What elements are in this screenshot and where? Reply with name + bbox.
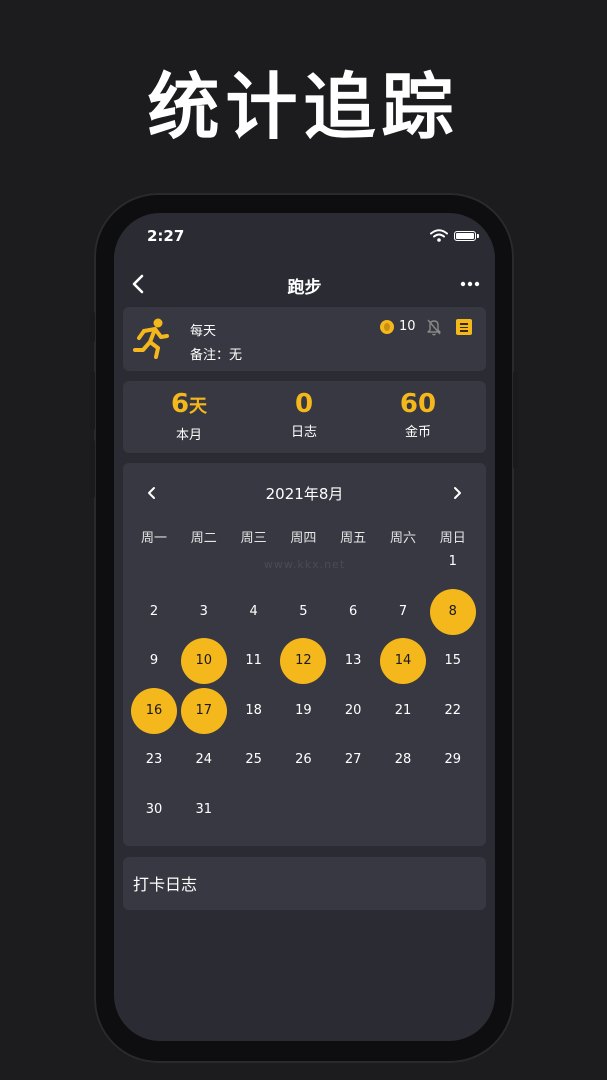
calendar-day[interactable]: 15 [430,638,476,684]
coin-icon [380,320,394,334]
weekday-label: 周四 [290,531,317,546]
status-time: 2:27 [147,227,185,245]
weekday-label: 周一 [140,531,167,546]
stat-month-days: 6天 本月 [139,389,239,443]
calendar-day[interactable]: 24 [181,737,227,783]
calendar-day[interactable]: 4 [231,589,277,635]
page-title: 跑步 [287,278,322,298]
phone-screen: 2:27 跑步 每天 备注：无 10 6天 本月 0 日志 60 金币 2021… [114,213,495,1041]
promo-title: 统计追踪 [147,64,460,149]
calendar-day[interactable]: 30 [131,787,177,833]
checkin-log-section[interactable]: 打卡日志 [123,857,486,910]
weekday-label: 周六 [389,531,416,546]
weekday-label: 周三 [240,531,267,546]
stat-label: 日志 [290,425,317,440]
wifi-icon [430,229,448,242]
calendar-day[interactable]: 26 [280,737,326,783]
calendar-day[interactable]: 21 [380,688,426,734]
calendar-day[interactable]: 7 [380,589,426,635]
battery-icon [454,231,479,241]
calendar-day-checked[interactable]: 14 [380,638,426,685]
calendar-day[interactable]: 22 [430,688,476,734]
calendar-month-label: 2021年8月 [265,485,344,503]
stat-value: 0 [294,389,314,419]
stat-value: 6天 [170,389,208,419]
calendar-day[interactable]: 19 [280,688,326,734]
stat-logs: 0 日志 [254,389,354,440]
calendar-day[interactable]: 20 [330,688,376,734]
status-bar: 2:27 [114,213,495,257]
calendar-day[interactable]: 23 [131,737,177,783]
calendar-day[interactable]: 3 [181,589,227,635]
calendar-day[interactable]: 6 [330,589,376,635]
bell-off-icon[interactable] [426,318,442,336]
calendar-day[interactable]: 25 [231,737,277,783]
calendar-day[interactable]: 29 [430,737,476,783]
habit-frequency: 每天 [190,324,217,339]
weekday-label: 周五 [340,531,367,546]
calendar-day[interactable]: 9 [131,638,177,684]
calendar-day-checked[interactable]: 8 [429,588,476,635]
calendar-day[interactable]: 11 [231,638,277,684]
calendar-card: 2021年8月 周一 周二 周三 周四 周五 周六 周日 1 2 3 4 5 6 7 8 9 10 11 12 13… [123,463,486,846]
running-person-icon [133,318,169,359]
calendar-day[interactable]: 2 [131,589,177,635]
stats-card: 6天 本月 0 日志 60 金币 [123,381,486,453]
phone-volume-up-button [90,372,95,430]
calendar-day-checked[interactable]: 17 [180,687,227,734]
stat-coins: 60 金币 [368,389,468,440]
note-icon[interactable] [456,319,472,335]
calendar-day-checked[interactable]: 12 [280,638,327,685]
stat-label: 金币 [404,425,431,440]
calendar-day-checked[interactable]: 10 [180,638,227,685]
habit-info-card[interactable]: 每天 备注：无 10 [123,307,486,371]
more-options-icon[interactable] [457,273,483,295]
stat-unit: 天 [189,396,208,417]
stat-value: 60 [399,389,437,419]
calendar-day[interactable]: 28 [380,737,426,783]
phone-mute-switch [90,312,95,342]
coin-count: 10 [399,319,416,334]
phone-volume-down-button [90,440,95,498]
watermark: www.kkx.net [263,558,346,571]
nav-bar: 跑步 [114,265,495,305]
calendar-day-checked[interactable]: 16 [131,687,177,734]
habit-note: 备注：无 [190,348,243,363]
stat-label: 本月 [175,428,202,443]
checkin-log-title: 打卡日志 [133,875,198,894]
calendar-day[interactable]: 18 [231,688,277,734]
weekday-label: 周二 [190,531,217,546]
calendar-day[interactable]: 13 [330,638,376,684]
calendar-day[interactable]: 5 [280,589,326,635]
calendar-day[interactable]: 31 [181,787,227,833]
next-month-chevron-icon[interactable] [450,485,464,501]
phone-power-button [513,372,518,468]
calendar-day[interactable]: 27 [330,737,376,783]
